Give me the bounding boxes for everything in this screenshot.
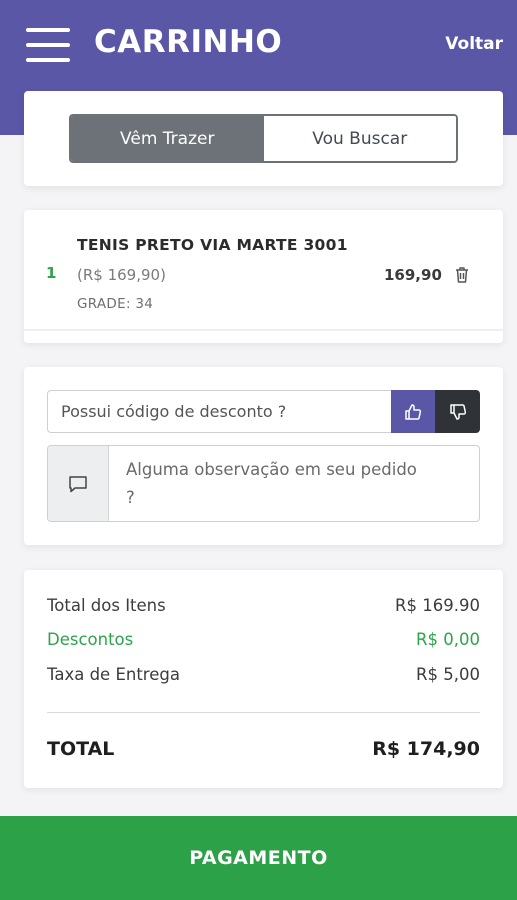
discount-code-input[interactable]: Possui código de desconto ?: [47, 390, 391, 433]
observation-field[interactable]: Alguma observação em seu pedido ?: [47, 445, 480, 522]
delivery-toggle-card: Vêm Trazer Vou Buscar: [24, 91, 503, 186]
delivery-fee-label: Taxa de Entrega: [47, 665, 180, 684]
thumbs-down-icon: [449, 403, 466, 420]
discount-card: Possui código de desconto ? Alguma obser…: [24, 367, 503, 545]
trash-icon[interactable]: [454, 266, 470, 284]
discount-value: R$ 0,00: [416, 630, 480, 649]
back-button[interactable]: Voltar: [445, 34, 503, 54]
total-value: R$ 174,90: [372, 738, 480, 760]
payment-button[interactable]: PAGAMENTO: [0, 816, 517, 900]
discount-label: Descontos: [47, 630, 134, 649]
item-grade: GRADE: 34: [77, 296, 154, 312]
item-total-price: 169,90: [384, 266, 442, 284]
order-summary-card: Total dos Itens R$ 169.90 Descontos R$ 0…: [24, 570, 503, 788]
delivery-toggle: Vêm Trazer Vou Buscar: [69, 114, 458, 163]
item-name: TENIS PRETO VIA MARTE 3001: [77, 236, 348, 254]
items-total-value: R$ 169.90: [395, 596, 480, 615]
summary-row-total: TOTAL R$ 174,90: [47, 738, 480, 760]
remove-discount-button[interactable]: [435, 390, 480, 433]
item-unit-price: (R$ 169,90): [77, 266, 166, 284]
observation-icon-box: [48, 446, 109, 521]
page-title: CARRINHO: [94, 24, 283, 60]
cart-item: 1 TENIS PRETO VIA MARTE 3001 (R$ 169,90)…: [24, 210, 503, 343]
item-divider: [24, 329, 503, 331]
summary-row-delivery: Taxa de Entrega R$ 5,00: [47, 665, 480, 684]
observation-placeholder: Alguma observação em seu pedido ?: [126, 460, 417, 507]
toggle-option-pickup[interactable]: Vou Buscar: [263, 116, 456, 161]
hamburger-menu-icon[interactable]: [26, 28, 70, 62]
thumbs-up-icon: [405, 403, 422, 420]
summary-divider: [47, 712, 480, 713]
items-total-label: Total dos Itens: [47, 596, 166, 615]
item-quantity: 1: [46, 264, 57, 282]
total-label: TOTAL: [47, 738, 115, 760]
toggle-option-bring[interactable]: Vêm Trazer: [71, 116, 264, 161]
chat-bubble-icon: [69, 475, 87, 492]
summary-row-discount: Descontos R$ 0,00: [47, 630, 480, 649]
summary-row-items: Total dos Itens R$ 169.90: [47, 596, 480, 615]
delivery-fee-value: R$ 5,00: [416, 665, 480, 684]
apply-discount-button[interactable]: [391, 390, 435, 433]
